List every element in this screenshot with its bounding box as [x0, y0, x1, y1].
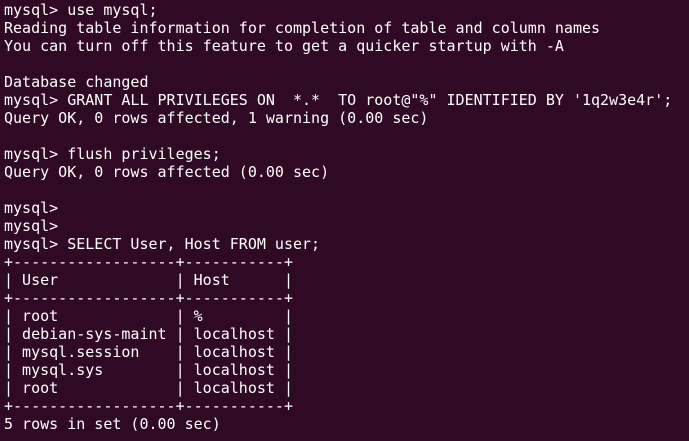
result-table-row: | debian-sys-maint | localhost |	[4, 325, 293, 343]
terminal-window[interactable]: mysql> use mysql; Reading table informat…	[0, 0, 689, 441]
result-table-border-bottom: +------------------+-----------+	[4, 397, 293, 415]
terminal-line-reading-info: Reading table information for completion…	[4, 19, 601, 37]
result-table-row: | root | localhost |	[4, 379, 293, 397]
result-table-row: | root | % |	[4, 307, 293, 325]
terminal-line-flush-result: Query OK, 0 rows affected (0.00 sec)	[4, 163, 330, 181]
terminal-line-database-changed: Database changed	[4, 73, 149, 91]
result-table-border-header: +------------------+-----------+	[4, 289, 293, 307]
terminal-line-rows-in-set: 5 rows in set (0.00 sec)	[4, 415, 221, 433]
result-table-row: | mysql.session | localhost |	[4, 343, 293, 361]
result-table-header-row: | User | Host |	[4, 271, 293, 289]
terminal-line-select-command: mysql> SELECT User, Host FROM user;	[4, 235, 321, 253]
terminal-line-grant-command: mysql> GRANT ALL PRIVILEGES ON *.* TO ro…	[4, 91, 673, 109]
terminal-line-startup-hint: You can turn off this feature to get a q…	[4, 37, 564, 55]
terminal-line-grant-result: Query OK, 0 rows affected, 1 warning (0.…	[4, 109, 429, 127]
terminal-line-empty-prompt: mysql>	[4, 217, 59, 235]
terminal-line-prompt-use-mysql: mysql> use mysql;	[4, 1, 158, 19]
terminal-line-empty-prompt: mysql>	[4, 199, 59, 217]
result-table-border-top: +------------------+-----------+	[4, 253, 293, 271]
terminal-line-flush-command: mysql> flush privileges;	[4, 145, 221, 163]
result-table-row: | mysql.sys | localhost |	[4, 361, 293, 379]
